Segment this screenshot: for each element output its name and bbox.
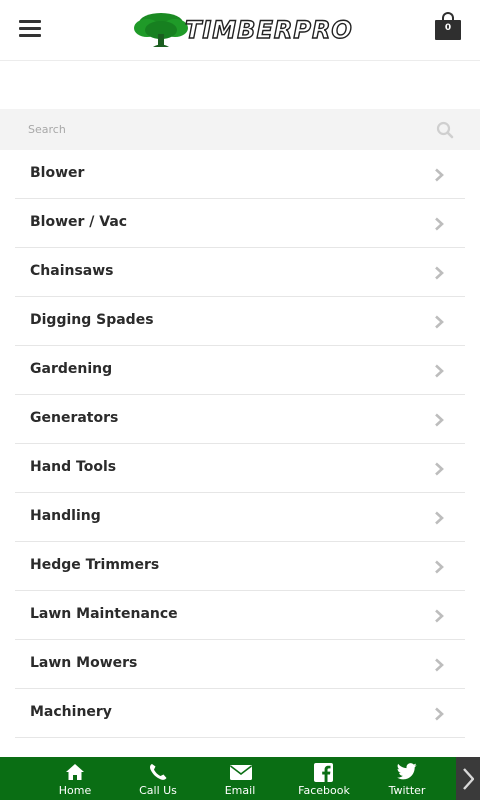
app-header: TIMBERPRO 0: [0, 0, 480, 61]
nav-facebook-label: Facebook: [298, 784, 350, 797]
category-label: Blower: [30, 165, 85, 181]
category-list-item[interactable]: Blower: [15, 150, 465, 199]
category-list-item[interactable]: Hedge Trimmers: [15, 542, 465, 591]
home-icon: [66, 764, 84, 780]
nav-call-label: Call Us: [139, 784, 177, 797]
chevron-right-icon: [435, 658, 444, 672]
category-label: Hand Tools: [30, 459, 117, 475]
cart-button[interactable]: 0: [435, 12, 461, 40]
category-list-item[interactable]: Gardening: [15, 346, 465, 395]
category-list-item[interactable]: Handling: [15, 493, 465, 542]
nav-email-label: Email: [224, 784, 256, 797]
category-label: Lawn Maintenance: [30, 606, 178, 622]
chevron-right-icon: [435, 609, 444, 623]
chevron-right-icon: [435, 168, 444, 182]
nav-home-label: Home: [58, 784, 92, 797]
category-list-item[interactable]: Machinery: [15, 689, 465, 738]
category-label: Gardening: [30, 361, 113, 377]
category-label: Handling: [30, 508, 101, 524]
category-label: Generators: [30, 410, 119, 426]
category-list: Blower Blower / Vac Chainsaws Digging Spade…: [15, 150, 465, 738]
category-list-item[interactable]: Generators: [15, 395, 465, 444]
nav-next-button[interactable]: [456, 757, 480, 800]
hamburger-menu-button[interactable]: [19, 20, 41, 38]
category-label: Hedge Trimmers: [30, 557, 160, 573]
chevron-right-icon: [435, 266, 444, 280]
chevron-right-icon: [435, 560, 444, 574]
nav-twitter-label: Twitter: [388, 784, 426, 797]
nav-facebook-button[interactable]: Facebook: [291, 757, 357, 800]
timberpro-logo[interactable]: TIMBERPRO: [133, 10, 353, 50]
chevron-right-icon: [463, 768, 474, 790]
category-list-item[interactable]: Chainsaws: [15, 248, 465, 297]
search-input[interactable]: [0, 109, 420, 150]
bottom-nav-bar: Home Call Us Email Facebook Twitter: [0, 757, 480, 800]
facebook-icon: [314, 763, 333, 782]
category-label: Blower / Vac: [30, 214, 128, 230]
twitter-icon: [397, 763, 417, 780]
nav-twitter-button[interactable]: Twitter: [374, 757, 440, 800]
category-list-item[interactable]: Lawn Maintenance: [15, 591, 465, 640]
nav-call-button[interactable]: Call Us: [125, 757, 191, 800]
category-label: Chainsaws: [30, 263, 114, 279]
phone-icon: [150, 764, 167, 780]
envelope-icon: [230, 765, 252, 780]
logo-text: TIMBERPRO: [184, 15, 353, 44]
chevron-right-icon: [435, 217, 444, 231]
category-list-item[interactable]: Blower / Vac: [15, 199, 465, 248]
search-icon[interactable]: [436, 121, 454, 139]
cart-count: 0: [444, 23, 452, 33]
chevron-right-icon: [435, 511, 444, 525]
nav-home-button[interactable]: Home: [42, 757, 108, 800]
chevron-right-icon: [435, 364, 444, 378]
tree-icon: [134, 13, 188, 47]
chevron-right-icon: [435, 707, 444, 721]
search-bar: [0, 109, 480, 150]
category-label: Machinery: [30, 704, 112, 720]
category-list-item[interactable]: Hand Tools: [15, 444, 465, 493]
chevron-right-icon: [435, 413, 444, 427]
nav-email-button[interactable]: Email: [207, 757, 273, 800]
chevron-right-icon: [435, 462, 444, 476]
chevron-right-icon: [435, 315, 444, 329]
category-list-item[interactable]: Lawn Mowers: [15, 640, 465, 689]
category-label: Lawn Mowers: [30, 655, 138, 671]
category-label: Digging Spades: [30, 312, 154, 328]
category-list-item[interactable]: Digging Spades: [15, 297, 465, 346]
